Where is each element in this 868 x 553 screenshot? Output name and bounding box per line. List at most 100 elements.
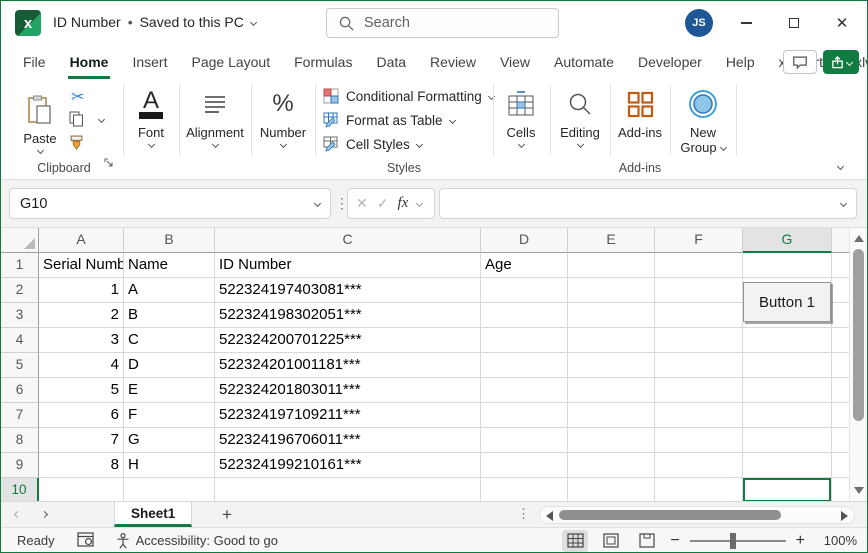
cell-B5[interactable]: D [124,353,215,378]
cell-filler[interactable] [832,328,849,353]
cell-C3[interactable]: 522324198302051*** [215,303,481,328]
collapse-ribbon-chevron-icon[interactable] [836,162,845,171]
vertical-scrollbar[interactable] [849,228,867,501]
share-button[interactable] [823,50,859,74]
cell-G6[interactable] [743,378,832,403]
column-header-F[interactable]: F [655,228,743,253]
scroll-up-icon[interactable] [854,235,864,242]
conditional-formatting-button[interactable]: Conditional Formatting [323,86,495,106]
cell-A10[interactable] [39,478,124,501]
scroll-down-icon[interactable] [854,487,864,494]
cell-B3[interactable]: B [124,303,215,328]
cell-B2[interactable]: A [124,278,215,303]
cell-G4[interactable] [743,328,832,353]
sheet-tab-sheet1[interactable]: Sheet1 [114,502,193,527]
ribbon-tab-review[interactable]: Review [418,46,488,79]
cell-D9[interactable] [481,453,568,478]
row-header-2[interactable]: 2 [1,278,39,303]
row-header-4[interactable]: 4 [1,328,39,353]
copy-chevron-icon[interactable] [97,115,106,124]
row-header-7[interactable]: 7 [1,403,39,428]
insert-function-icon[interactable]: fx [397,195,408,212]
cell-A9[interactable]: 8 [39,453,124,478]
cell-filler[interactable] [832,353,849,378]
cell-C7[interactable]: 522324197109211*** [215,403,481,428]
excel-app-icon[interactable]: x [15,10,41,36]
cell-B9[interactable]: H [124,453,215,478]
cell-G8[interactable] [743,428,832,453]
cell-C5[interactable]: 522324201001181*** [215,353,481,378]
ribbon-tab-file[interactable]: File [11,46,58,79]
ribbon-tab-view[interactable]: View [488,46,542,79]
scroll-left-icon[interactable] [546,511,553,521]
cell-D2[interactable] [481,278,568,303]
new-sheet-button[interactable]: + [216,504,238,526]
prev-sheet-icon[interactable] [13,510,22,519]
cell-filler[interactable] [832,453,849,478]
cell-F6[interactable] [655,378,743,403]
ribbon-tab-help[interactable]: Help [714,46,767,79]
zoom-level[interactable]: 100% [815,533,857,548]
zoom-slider-handle[interactable] [729,532,736,549]
select-all-button[interactable] [1,228,39,253]
user-avatar[interactable]: JS [685,9,713,37]
copy-button[interactable] [69,111,84,132]
new-group-button[interactable]: New Group [672,79,734,179]
row-header-10[interactable]: 10 [1,478,39,501]
cell-A1[interactable]: Serial Number [39,253,124,278]
close-button[interactable]: ✕ [819,1,865,45]
cell-A6[interactable]: 5 [39,378,124,403]
column-header-G[interactable]: G [743,228,832,253]
cell-E2[interactable] [568,278,655,303]
cell-C1[interactable]: ID Number [215,253,481,278]
ribbon-tab-automate[interactable]: Automate [542,46,626,79]
cell-filler[interactable] [832,428,849,453]
format-as-table-button[interactable]: Format as Table [323,110,456,130]
cell-D8[interactable] [481,428,568,453]
comments-button[interactable] [783,50,817,74]
row-header-8[interactable]: 8 [1,428,39,453]
cell-F7[interactable] [655,403,743,428]
row-header-3[interactable]: 3 [1,303,39,328]
search-input[interactable]: Search [326,8,559,38]
cell-D4[interactable] [481,328,568,353]
cell-A5[interactable]: 4 [39,353,124,378]
cell-F5[interactable] [655,353,743,378]
cell-C9[interactable]: 522324199210161*** [215,453,481,478]
cell-G9[interactable] [743,453,832,478]
cell-B7[interactable]: F [124,403,215,428]
confirm-entry-icon[interactable]: ✓ [377,195,389,212]
cell-B4[interactable]: C [124,328,215,353]
cell-A8[interactable]: 7 [39,428,124,453]
format-painter-button[interactable] [69,135,84,155]
cell-F1[interactable] [655,253,743,278]
cell-D1[interactable]: Age [481,253,568,278]
vertical-scroll-thumb[interactable] [853,249,864,421]
row-header-9[interactable]: 9 [1,453,39,478]
cell-E3[interactable] [568,303,655,328]
document-title-area[interactable]: ID Number • Saved to this PC [53,14,257,30]
cell-filler[interactable] [832,303,849,328]
ribbon-tab-page-layout[interactable]: Page Layout [179,46,282,79]
zoom-out-button[interactable]: − [670,532,679,550]
column-header-E[interactable]: E [568,228,655,253]
alignment-menu-button[interactable]: Alignment [181,79,249,179]
cell-C8[interactable]: 522324196706011*** [215,428,481,453]
cell-filler[interactable] [832,378,849,403]
ribbon-tab-home[interactable]: Home [58,46,121,79]
ribbon-tab-insert[interactable]: Insert [120,46,179,79]
cell-F9[interactable] [655,453,743,478]
column-header-C[interactable]: C [215,228,481,253]
cell-A4[interactable]: 3 [39,328,124,353]
cancel-entry-icon[interactable]: ✕ [356,195,368,212]
sheet-button-1[interactable]: Button 1 [743,282,831,322]
cell-E5[interactable] [568,353,655,378]
name-box[interactable]: G10 [9,188,331,219]
cut-button[interactable]: ✂ [71,87,84,107]
horizontal-scrollbar[interactable] [539,506,855,524]
cell-E10[interactable] [568,478,655,501]
font-menu-button[interactable]: A Font [125,79,177,179]
cell-F4[interactable] [655,328,743,353]
tabbar-splitter[interactable]: ⋮ [517,506,530,522]
ribbon-tab-developer[interactable]: Developer [626,46,714,79]
